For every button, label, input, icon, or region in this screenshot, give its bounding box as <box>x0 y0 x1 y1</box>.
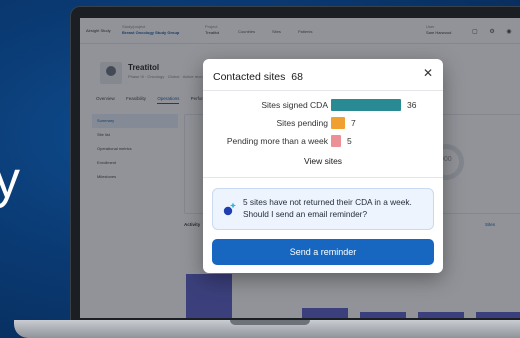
ai-suggestion-box: 5 sites have not returned their CDA in a… <box>212 188 434 230</box>
metric-bar <box>331 135 341 147</box>
modal-title-count: 68 <box>291 71 303 83</box>
divider <box>203 177 443 178</box>
metric-row-pending-week: Pending more than a week 5 <box>203 135 443 147</box>
ai-message: 5 sites have not returned their CDA in a… <box>243 197 412 219</box>
metric-label: Pending more than a week <box>226 136 328 146</box>
metric-row-sites-pending: Sites pending 7 <box>203 117 443 129</box>
metric-label: Sites pending <box>276 118 328 128</box>
metric-value: 7 <box>351 118 356 128</box>
modal-title: Contacted sites 68 <box>213 71 303 83</box>
close-icon[interactable]: ✕ <box>421 66 435 80</box>
modal-title-text: Contacted sites <box>213 71 286 83</box>
metric-value: 36 <box>407 100 417 110</box>
hero-headline-fragment: y <box>0 151 20 209</box>
metric-bar <box>331 99 401 111</box>
metric-label: Sites signed CDA <box>261 100 328 110</box>
view-sites-link[interactable]: View sites <box>203 156 443 166</box>
sparkle-assistant-icon <box>223 202 236 216</box>
metric-bar <box>331 117 345 129</box>
divider <box>203 90 443 91</box>
laptop-notch <box>230 320 310 325</box>
send-reminder-button[interactable]: Send a reminder <box>212 239 434 265</box>
metric-value: 5 <box>347 136 352 146</box>
contacted-sites-modal: Contacted sites 68 ✕ Sites signed CDA 36… <box>203 59 443 273</box>
metric-row-signed-cda: Sites signed CDA 36 <box>203 99 443 111</box>
